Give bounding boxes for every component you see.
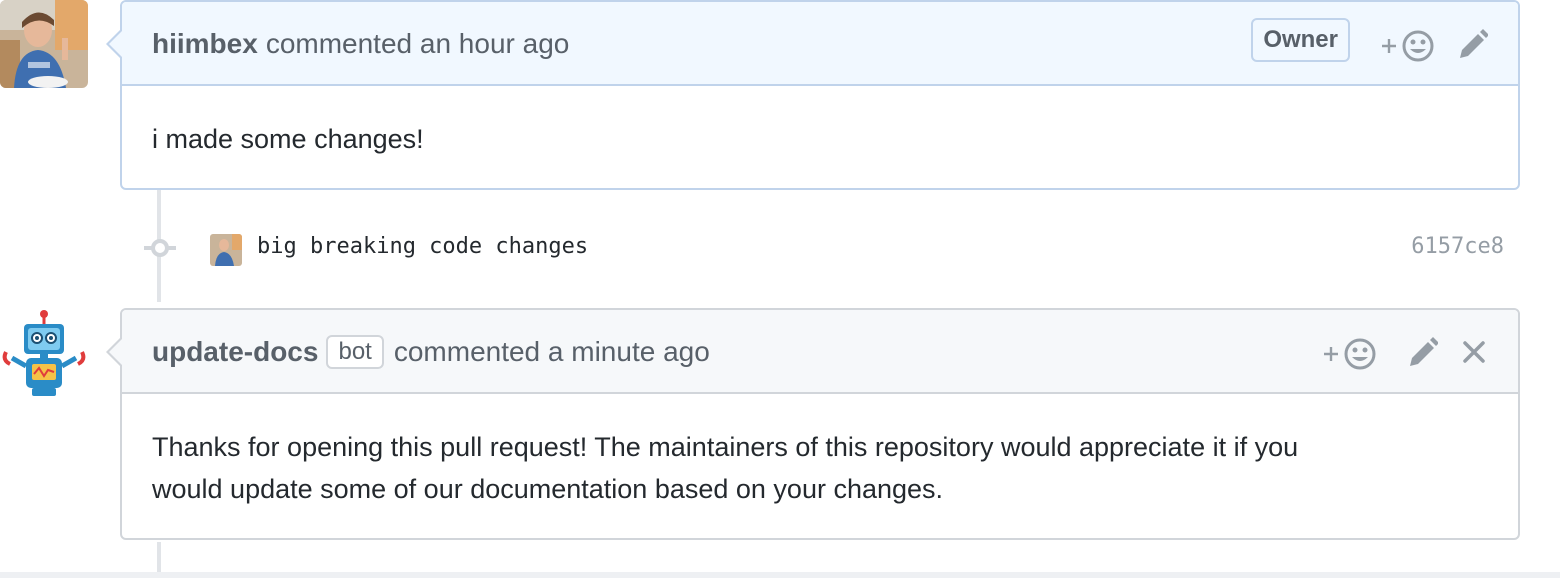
comment-header: hiimbex commented an hour ago Owner <box>109 2 1518 86</box>
commit-message-link[interactable]: big breaking code changes <box>257 234 588 259</box>
owner-badge: Owner <box>1251 18 1350 62</box>
comment-header: update-docs bot commented a minute ago <box>109 310 1518 394</box>
add-reaction-icon[interactable] <box>1380 26 1436 71</box>
comment-text-line: Thanks for opening this pull request! Th… <box>152 432 1299 462</box>
comment-text: i made some changes! <box>152 124 424 154</box>
bot-avatar[interactable] <box>0 308 88 400</box>
commit-sha-link[interactable]: 6157ce8 <box>1411 234 1504 259</box>
comment-caret-inner <box>109 338 123 366</box>
comment-caret-inner <box>109 30 123 58</box>
comment-text-line: would update some of our documentation b… <box>152 474 944 504</box>
edit-pencil-icon[interactable] <box>1406 336 1439 375</box>
comment-body: Thanks for opening this pull request! Th… <box>122 394 1518 510</box>
comment-owner: hiimbex commented an hour ago Owner i ma… <box>106 0 1520 190</box>
page-bottom-edge <box>0 572 1560 578</box>
commit-author-avatar[interactable] <box>210 234 242 266</box>
commit-row: big breaking code changes 6157ce8 <box>144 228 1504 268</box>
add-reaction-icon[interactable] <box>1322 334 1378 379</box>
author-link[interactable]: hiimbex <box>152 28 258 60</box>
bot-badge: bot <box>326 335 384 369</box>
robot-avatar-icon <box>2 310 86 396</box>
comment-header-text: hiimbex commented an hour ago <box>152 2 569 86</box>
user-photo-avatar-icon <box>210 234 242 266</box>
comment-text: Thanks for opening this pull request! Th… <box>152 394 1488 510</box>
avatar[interactable] <box>0 0 88 88</box>
git-commit-icon <box>144 234 176 267</box>
comment-bot: update-docs bot commented a minute ago T… <box>106 308 1520 540</box>
edit-pencil-icon[interactable] <box>1456 28 1489 67</box>
comment-timestamp[interactable]: commented an hour ago <box>266 28 570 60</box>
comment-body: i made some changes! <box>122 86 1518 160</box>
comment-header-text: update-docs bot commented a minute ago <box>152 310 710 394</box>
close-icon[interactable] <box>1462 340 1486 369</box>
user-photo-avatar-icon <box>0 0 88 88</box>
comment-timestamp[interactable]: commented a minute ago <box>394 336 710 368</box>
author-link[interactable]: update-docs <box>152 336 318 368</box>
